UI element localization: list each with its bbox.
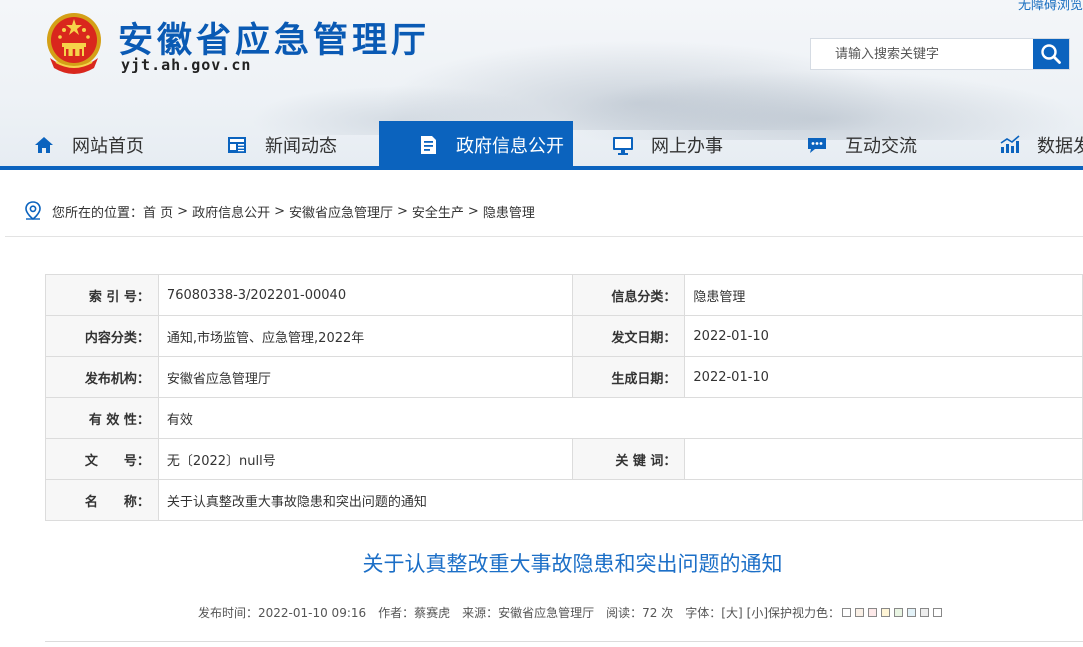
breadcrumb-prefix: 您所在的位置： <box>52 205 144 221</box>
font-large-button[interactable]: [大] <box>721 604 742 621</box>
gen-date-value: 2022-01-10 <box>684 356 1083 398</box>
index-label: 索 引 号： <box>45 274 159 316</box>
search-input[interactable] <box>811 39 1033 69</box>
nav-item-home[interactable]: 网站首页 <box>0 121 157 169</box>
breadcrumb-separator: > <box>177 203 189 219</box>
breadcrumb-separator: > <box>397 203 408 219</box>
breadcrumb-department[interactable]: 安徽省应急管理厅 <box>289 202 393 221</box>
publisher-value: 安徽省应急管理厅 <box>157 356 573 398</box>
chart-icon <box>999 133 1021 157</box>
news-icon <box>225 133 249 157</box>
publisher-label: 发布机构： <box>45 356 159 398</box>
chat-icon <box>805 133 829 157</box>
site-url: yjt.ah.gov.cn <box>121 56 252 74</box>
eye-care-color-swatch[interactable] <box>933 608 943 617</box>
source: 来源：安徽省应急管理厅 <box>462 606 595 620</box>
nav-label: 新闻动态 <box>265 136 337 157</box>
nav-label: 网站首页 <box>72 136 144 157</box>
national-emblem-icon <box>47 13 101 74</box>
divider <box>5 236 1083 237</box>
search-box <box>810 38 1070 70</box>
author: 作者：蔡赛虎 <box>378 606 451 620</box>
info-table: 索 引 号： 76080338-3/202201-00040 信息分类： 隐患管… <box>45 274 1083 521</box>
eye-care-color-swatch[interactable] <box>855 608 865 617</box>
main-nav: 网站首页 新闻动态 政府信息公开 网上办事 互动交流 数据发 <box>0 121 1083 169</box>
font-small-button[interactable]: [小] <box>747 604 768 621</box>
eye-care-color-swatch[interactable] <box>907 608 917 617</box>
eye-care-label: 保护视力色： <box>768 606 841 620</box>
divider <box>45 641 1083 642</box>
eye-care-color-swatch[interactable] <box>894 608 904 617</box>
search-button[interactable] <box>1033 39 1069 69</box>
nav-item-data[interactable]: 数据发 <box>961 121 1083 169</box>
breadcrumb-hazard[interactable]: 隐患管理 <box>483 202 535 221</box>
table-row: 有 效 性： 有效 <box>45 397 1083 439</box>
eye-care-color-swatch[interactable] <box>920 608 930 617</box>
nav-label: 数据发 <box>1037 136 1083 157</box>
nav-item-interaction[interactable]: 互动交流 <box>767 121 961 169</box>
table-row: 文 号： 无〔2022〕null号 关 键 词： <box>45 438 1083 480</box>
table-row: 索 引 号： 76080338-3/202201-00040 信息分类： 隐患管… <box>45 274 1083 316</box>
issue-date-label: 发文日期： <box>571 315 686 357</box>
nav-underline <box>0 166 1083 170</box>
article-title: 关于认真整改重大事故隐患和突出问题的通知 <box>362 552 783 576</box>
table-row: 内容分类： 通知,市场监管、应急管理,2022年 发文日期： 2022-01-1… <box>45 315 1083 357</box>
font-size-label: 字体： <box>685 606 722 620</box>
validity-value: 有效 <box>157 397 1083 439</box>
location-pin-icon <box>25 201 41 221</box>
validity-label: 有 效 性： <box>45 397 159 439</box>
content-value: 通知,市场监管、应急管理,2022年 <box>157 315 573 357</box>
index-value: 76080338-3/202201-00040 <box>157 274 573 316</box>
monitor-icon <box>611 133 635 157</box>
read-count: 阅读：72 次 <box>606 606 674 620</box>
breadcrumb-safety[interactable]: 安全生产 <box>412 202 464 221</box>
breadcrumb: 您所在的位置： 首 页 > 政府信息公开 > 安徽省应急管理厅 > 安全生产 >… <box>22 200 535 222</box>
name-label: 名 称： <box>45 479 159 521</box>
eye-care-color-swatch[interactable] <box>881 608 891 617</box>
table-row: 发布机构： 安徽省应急管理厅 生成日期： 2022-01-10 <box>45 356 1083 398</box>
table-row: 名 称： 关于认真整改重大事故隐患和突出问题的通知 <box>45 479 1083 521</box>
docno-value: 无〔2022〕null号 <box>157 438 573 480</box>
nav-item-gov-info[interactable]: 政府信息公开 <box>379 121 573 169</box>
document-icon <box>416 133 440 157</box>
home-icon <box>32 133 56 157</box>
category-label: 信息分类： <box>571 274 686 316</box>
gen-date-label: 生成日期： <box>571 356 686 398</box>
breadcrumb-separator: > <box>467 203 479 219</box>
nav-item-news[interactable]: 新闻动态 <box>157 121 379 169</box>
search-icon <box>1041 44 1061 64</box>
keywords-value <box>684 438 1083 480</box>
breadcrumb-home[interactable]: 首 页 <box>143 202 173 221</box>
breadcrumb-gov-info[interactable]: 政府信息公开 <box>192 202 270 221</box>
publish-time: 发布时间：2022-01-10 09:16 <box>198 606 367 620</box>
nav-label: 网上办事 <box>651 136 723 157</box>
keywords-label: 关 键 词： <box>571 438 686 480</box>
article-meta: 发布时间：2022-01-10 09:16 作者：蔡赛虎 来源：安徽省应急管理厅… <box>198 604 946 621</box>
nav-label: 政府信息公开 <box>456 136 564 157</box>
accessibility-link[interactable]: 无障碍浏览 <box>1018 0 1083 13</box>
breadcrumb-separator: > <box>274 203 285 219</box>
issue-date-value: 2022-01-10 <box>684 315 1083 357</box>
docno-label: 文 号： <box>45 438 159 480</box>
content-label: 内容分类： <box>45 315 159 357</box>
nav-label: 互动交流 <box>845 136 917 157</box>
eye-care-colors <box>842 608 946 617</box>
name-value: 关于认真整改重大事故隐患和突出问题的通知 <box>157 479 1083 521</box>
eye-care-color-swatch[interactable] <box>868 608 878 617</box>
eye-care-color-swatch[interactable] <box>842 608 852 617</box>
nav-item-online-service[interactable]: 网上办事 <box>573 121 767 169</box>
category-value: 隐患管理 <box>684 274 1083 316</box>
